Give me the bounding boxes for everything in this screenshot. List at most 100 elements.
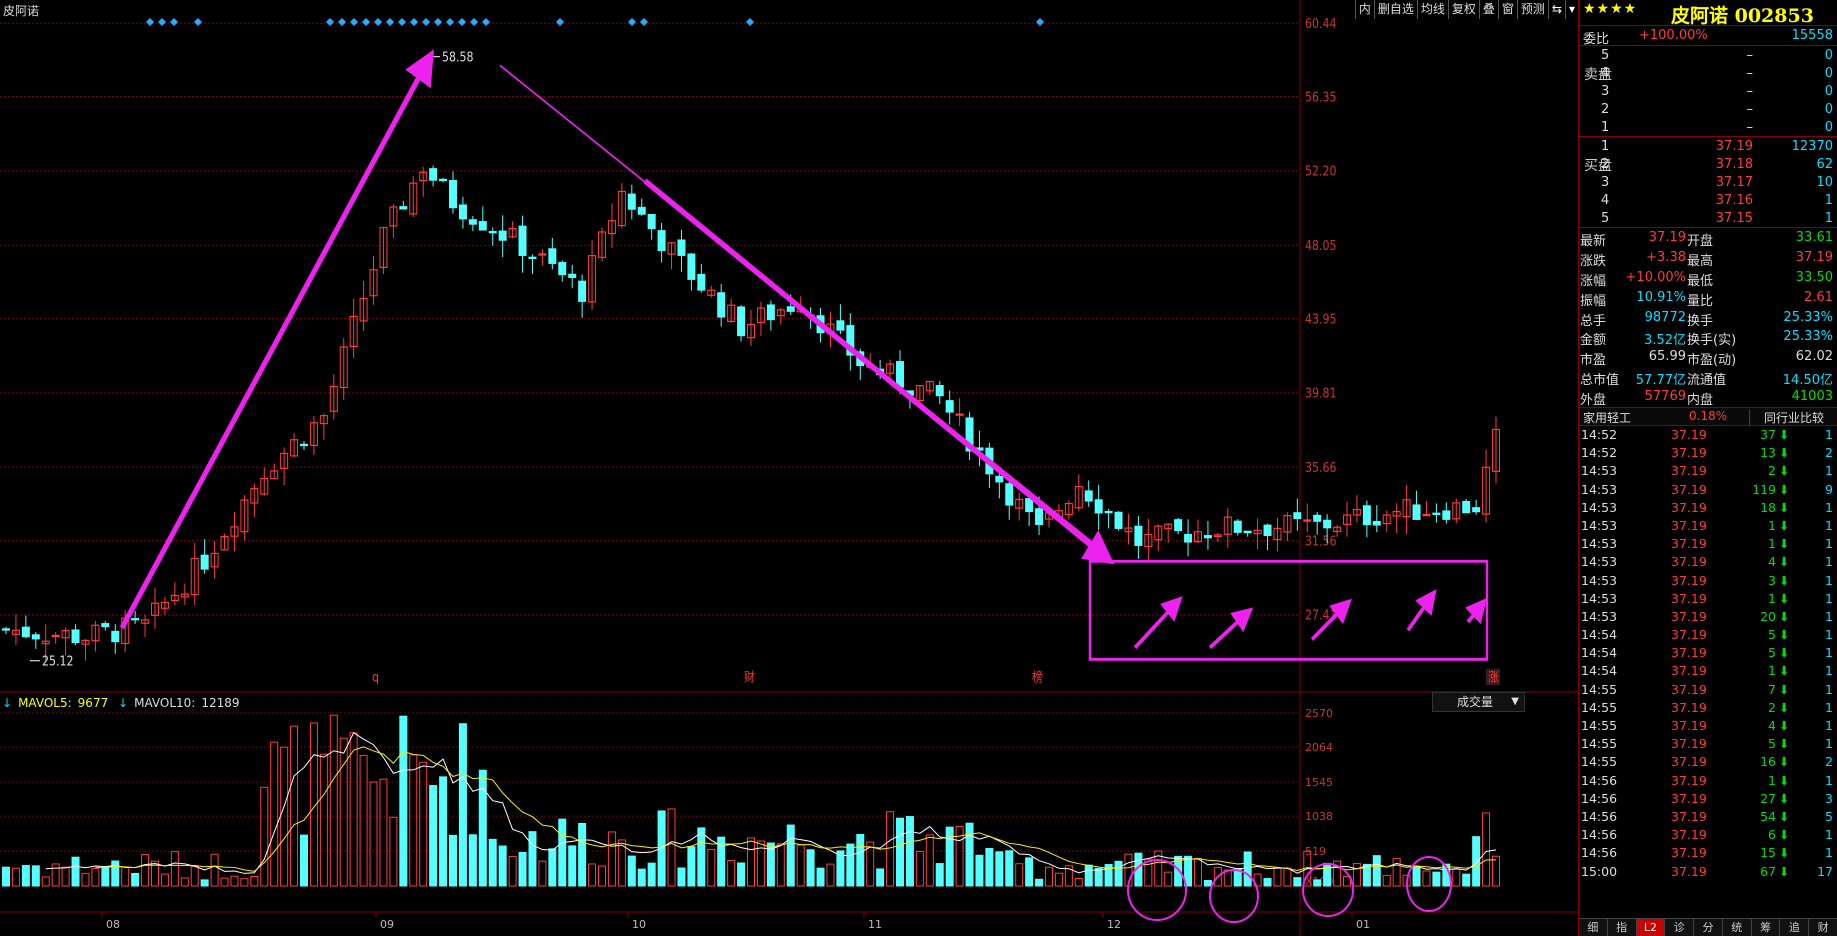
candle-body (1372, 521, 1381, 526)
down-arrow-icon: ⬇ (1779, 736, 1790, 752)
stat-row: 最新 37.19 开盘 33.61 (1579, 228, 1837, 249)
tick-time: 14:54 (1581, 663, 1618, 679)
weibi-row: 委比 +100.00% 15558 (1579, 26, 1837, 47)
down-arrow-icon: ⬇ (1779, 445, 1790, 461)
tick-price: 37.19 (1671, 827, 1707, 843)
tick-time: 14:56 (1581, 845, 1618, 861)
panel-tab[interactable]: 财 (1809, 919, 1837, 936)
toolbar-btn[interactable]: 删自选 (1373, 0, 1417, 19)
panel-tab[interactable]: 追 (1780, 919, 1810, 936)
mavol-arrow-icon[interactable]: ↓ (118, 696, 128, 710)
stat-label: 总手 (1580, 313, 1607, 329)
candle-body (1263, 524, 1272, 536)
volume-bar (91, 867, 100, 887)
candle-body (1203, 535, 1212, 539)
candle-body (1114, 511, 1123, 529)
high-label: 58.58 (442, 50, 473, 65)
toolbar-btn[interactable]: 叠 (1478, 0, 1498, 19)
toolbar-btn[interactable]: 预测 (1516, 0, 1548, 19)
sell-level: 4 – 0 (1579, 64, 1837, 82)
panel-tab[interactable]: 分 (1694, 919, 1723, 936)
volume-bar (1045, 866, 1053, 887)
panel-tab[interactable]: 诊 (1665, 919, 1695, 936)
toolbar-btn[interactable]: 均线 (1416, 0, 1448, 19)
menu-chevron-icon[interactable]: ▾ (1564, 0, 1578, 19)
tick-row: 14:53 37.19 1 ⬇ 1 (1579, 590, 1837, 608)
stock-title: 皮阿诺 002853 (1671, 5, 1814, 27)
toolbar-btn[interactable]: 窗 (1497, 0, 1517, 19)
candle-body (1323, 519, 1332, 529)
candles (2, 165, 1500, 662)
candle-body (449, 180, 457, 209)
industry-compare-button[interactable]: 同行业比较 (1749, 409, 1837, 427)
tick-count: 17 (1817, 863, 1833, 879)
volume-bar (697, 827, 706, 887)
stat-value: 33.50 (1795, 269, 1833, 285)
level-number: 4 (1601, 193, 1610, 208)
volume-bar (21, 865, 30, 887)
event-marker[interactable]: 榜 (1032, 669, 1043, 685)
volume-bar (776, 843, 785, 887)
candle-body (429, 168, 438, 181)
volume-bar (1035, 878, 1044, 887)
volume-axis-label: 1038 (1305, 810, 1333, 823)
tick-price: 37.19 (1671, 481, 1707, 497)
stat-label: 换手 (1687, 313, 1714, 329)
annotation-small-arrow (1406, 589, 1437, 632)
toolbar-btn[interactable]: 复权 (1447, 0, 1479, 19)
candle-body (697, 273, 706, 291)
mavol-arrow-icon[interactable]: ↓ (2, 696, 12, 710)
tick-price: 37.19 (1671, 463, 1707, 479)
candle-body (31, 634, 40, 640)
kline-chart[interactable]: 08 09 10 11 12 0160.4456.3552.2048.0543.9539.… (0, 0, 1578, 936)
panel-tab[interactable]: 筹 (1751, 919, 1781, 936)
volume-bar (409, 754, 418, 887)
tick-volume: 54 (1760, 808, 1776, 824)
candle-body (1174, 519, 1183, 532)
volume-bar (359, 754, 368, 887)
volume-bar (508, 855, 517, 887)
candle-body (1094, 499, 1103, 514)
tick-row: 14:53 37.19 20 ⬇ 1 (1579, 608, 1837, 626)
volume-bar (131, 872, 140, 887)
panel-tab[interactable]: 细 (1579, 919, 1608, 936)
arrows-icon[interactable]: ⇆ (1547, 0, 1565, 19)
price-axis-label: 31.56 (1305, 534, 1336, 549)
volume-bar (1084, 864, 1093, 887)
candle-body (1233, 520, 1242, 533)
level-volume: 0 (1824, 66, 1833, 81)
volume-bar (190, 865, 199, 887)
candle-body (498, 230, 507, 241)
level-price: – (1746, 102, 1754, 117)
level-price: 37.19 (1715, 139, 1753, 154)
tick-list[interactable]: 14:52 37.19 37 ⬇ 1 14:52 37.19 13 ⬇ 2 14:53 37.19 2 ⬇… (1579, 426, 1837, 881)
volume-indicator-dropdown[interactable]: 成交量 ▼ (1432, 692, 1525, 712)
mavol10-label: MAVOL10: (134, 696, 196, 710)
candle-body (1303, 519, 1312, 522)
volume-axis-label: 1545 (1305, 776, 1333, 789)
tick-row: 14:56 37.19 27 ⬇ 3 (1579, 790, 1837, 808)
tick-volume: 4 (1768, 718, 1776, 734)
volume-bar (607, 831, 616, 887)
level-number: 3 (1601, 175, 1610, 190)
volume-bar (300, 834, 308, 887)
tick-price: 37.19 (1671, 863, 1707, 879)
panel-tab[interactable]: 指 (1607, 919, 1637, 936)
kline-chart-area[interactable]: 08 09 10 11 12 01 60.44 56.35 52.20 48.05 43.95 39.… (0, 0, 1578, 936)
volume-bar (41, 876, 50, 887)
tick-count: 1 (1825, 699, 1833, 715)
candle-body (71, 629, 80, 644)
volume-bar (1015, 863, 1024, 887)
event-marker[interactable]: 涨 (1488, 669, 1499, 685)
stat-row: 总手 98772 换手 25.33% (1579, 308, 1837, 329)
panel-tab[interactable]: 统 (1722, 919, 1752, 936)
candle-body (1412, 504, 1421, 520)
panel-tab[interactable]: L2 (1636, 919, 1666, 936)
tick-price: 37.19 (1671, 445, 1707, 461)
weibi-label: 委比 (1583, 32, 1610, 47)
event-marker[interactable]: 财 (744, 670, 755, 685)
tick-count: 1 (1825, 590, 1833, 606)
toolbar-btn[interactable]: 内 (1354, 0, 1374, 19)
tick-volume: 5 (1768, 627, 1776, 643)
event-marker[interactable]: q (372, 670, 379, 685)
